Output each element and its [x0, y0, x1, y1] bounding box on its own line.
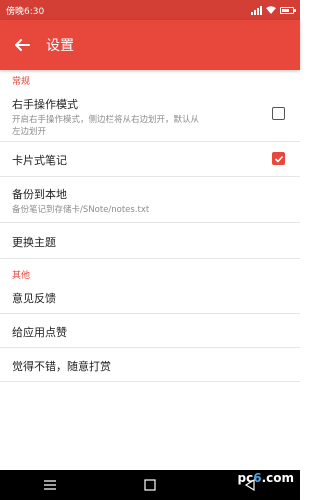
checkmark-icon	[274, 155, 283, 163]
arrow-left-icon	[15, 39, 30, 51]
page-title: 设置	[46, 38, 74, 54]
status-icons	[251, 5, 296, 15]
divider	[0, 141, 300, 142]
menu-button[interactable]	[35, 475, 65, 495]
setting-reward[interactable]: 觉得不错，随意打赏	[0, 358, 300, 374]
setting-subtitle: 开启右手操作模式，侧边栏将从右边划开，默认从 左边划开	[12, 114, 288, 138]
status-time: 傍晚6:30	[6, 6, 45, 17]
battery-icon	[280, 6, 296, 14]
status-bar: 傍晚6:30	[0, 0, 300, 20]
setting-title: 右手操作模式	[12, 98, 78, 111]
menu-icon	[44, 480, 56, 490]
section-header-general: 常规	[12, 77, 31, 87]
setting-like-app[interactable]: 给应用点赞	[0, 324, 300, 340]
setting-title: 意见反馈	[12, 292, 56, 305]
divider	[0, 313, 300, 314]
divider	[0, 347, 300, 348]
setting-title: 更换主题	[12, 236, 56, 249]
card-notes-checkbox[interactable]	[272, 152, 285, 165]
setting-right-hand-mode[interactable]: 右手操作模式 开启右手操作模式，侧边栏将从右边划开，默认从 左边划开	[0, 96, 300, 138]
home-button[interactable]	[135, 475, 165, 495]
divider	[0, 222, 300, 223]
watermark-logo: pc6.com	[237, 471, 294, 485]
setting-backup[interactable]: 备份到本地 备份笔记到存储卡/SNote/notes.txt	[0, 186, 300, 216]
setting-title: 卡片式笔记	[12, 154, 67, 167]
setting-subtitle: 备份笔记到存储卡/SNote/notes.txt	[12, 205, 150, 215]
setting-feedback[interactable]: 意见反馈	[0, 290, 300, 306]
home-icon	[144, 479, 156, 491]
section-header-other: 其他	[12, 271, 31, 281]
setting-theme[interactable]: 更换主题	[0, 234, 300, 250]
setting-title: 给应用点赞	[12, 326, 67, 339]
right-hand-checkbox[interactable]	[272, 107, 285, 120]
app-bar: 设置	[0, 20, 300, 70]
back-button[interactable]	[10, 33, 34, 57]
divider	[0, 381, 300, 382]
subtitle-line-2: 左边划开	[12, 127, 47, 137]
wifi-icon	[266, 6, 276, 14]
divider	[0, 176, 300, 177]
divider	[0, 258, 300, 259]
signal-icon	[251, 5, 262, 15]
setting-title: 觉得不错，随意打赏	[12, 360, 111, 373]
setting-title: 备份到本地	[12, 188, 67, 201]
setting-card-notes[interactable]: 卡片式笔记	[0, 152, 300, 168]
subtitle-line-1: 开启右手操作模式，侧边栏将从右边划开，默认从	[12, 115, 200, 125]
